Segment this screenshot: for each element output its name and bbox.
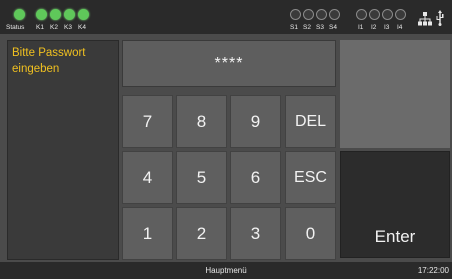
enter-button[interactable]: Enter bbox=[340, 151, 450, 258]
k2-label: K2 bbox=[50, 24, 58, 31]
key-3[interactable]: 3 bbox=[230, 207, 281, 260]
key-9[interactable]: 9 bbox=[230, 95, 281, 148]
s4-led bbox=[329, 9, 340, 20]
i4-label: I4 bbox=[397, 24, 403, 31]
screen: Status K1 K2 K3 K4 S1 S2 S3 S4 I1 I2 I3 … bbox=[0, 0, 452, 279]
password-prompt: Bitte Passwort eingeben bbox=[12, 47, 86, 75]
key-0[interactable]: 0 bbox=[285, 207, 336, 260]
s4-label: S4 bbox=[329, 24, 337, 31]
key-5[interactable]: 5 bbox=[176, 151, 227, 204]
status-led bbox=[14, 9, 25, 20]
prompt-panel: Bitte Passwort eingeben bbox=[7, 40, 119, 260]
i1-led bbox=[356, 9, 367, 20]
status-label: Status bbox=[6, 24, 25, 31]
s1-led bbox=[290, 9, 301, 20]
s3-led bbox=[316, 9, 327, 20]
k1-label: K1 bbox=[36, 24, 44, 31]
s2-label: S2 bbox=[303, 24, 311, 31]
s2-led bbox=[303, 9, 314, 20]
key-7[interactable]: 7 bbox=[122, 95, 173, 148]
key-2[interactable]: 2 bbox=[176, 207, 227, 260]
i3-label: I3 bbox=[384, 24, 390, 31]
info-panel bbox=[340, 40, 450, 148]
s1-label: S1 bbox=[290, 24, 298, 31]
clock: 17:22:00 bbox=[417, 266, 449, 275]
delete-button[interactable]: DEL bbox=[285, 95, 336, 148]
network-icon bbox=[418, 12, 432, 26]
status-bar: Status K1 K2 K3 K4 S1 S2 S3 S4 I1 I2 I3 … bbox=[0, 0, 452, 34]
i3-led bbox=[382, 9, 393, 20]
i1-label: I1 bbox=[358, 24, 364, 31]
key-8[interactable]: 8 bbox=[176, 95, 227, 148]
main-menu-button[interactable]: Hauptmenü bbox=[0, 266, 452, 275]
key-1[interactable]: 1 bbox=[122, 207, 173, 260]
escape-button[interactable]: ESC bbox=[285, 151, 336, 204]
i2-led bbox=[369, 9, 380, 20]
k3-led bbox=[64, 9, 75, 20]
i4-led bbox=[395, 9, 406, 20]
key-6[interactable]: 6 bbox=[230, 151, 281, 204]
key-4[interactable]: 4 bbox=[122, 151, 173, 204]
password-field[interactable]: **** bbox=[122, 40, 336, 87]
k3-label: K3 bbox=[64, 24, 72, 31]
k4-led bbox=[78, 9, 89, 20]
usb-icon bbox=[436, 10, 444, 26]
i2-label: I2 bbox=[371, 24, 377, 31]
s3-label: S3 bbox=[316, 24, 324, 31]
k4-label: K4 bbox=[78, 24, 86, 31]
k2-led bbox=[50, 9, 61, 20]
bottom-bar: Hauptmenü 17:22:00 bbox=[0, 262, 452, 279]
k1-led bbox=[36, 9, 47, 20]
